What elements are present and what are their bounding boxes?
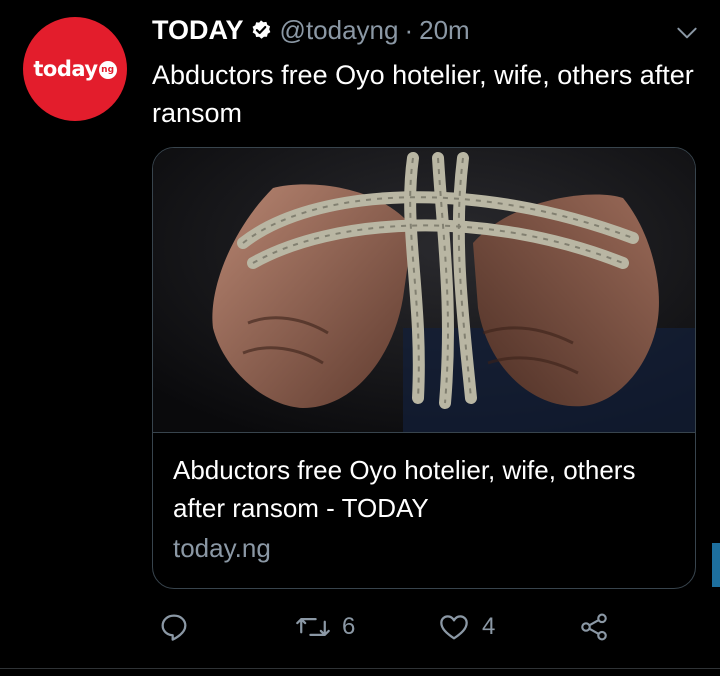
like-count: 4 [482, 613, 496, 640]
avatar[interactable]: today ng [23, 17, 127, 121]
tweet-timestamp[interactable]: 20m [419, 15, 470, 46]
verified-badge-icon [250, 19, 272, 41]
action-bar: 6 4 [0, 611, 720, 651]
retweet-icon [296, 611, 330, 643]
link-card[interactable]: Abductors free Oyo hotelier, wife, other… [152, 147, 696, 589]
retweet-count: 6 [342, 613, 356, 640]
edge-indicator [712, 543, 720, 587]
like-icon [438, 611, 470, 643]
card-title: Abductors free Oyo hotelier, wife, other… [173, 455, 636, 523]
reply-button[interactable] [158, 611, 202, 643]
share-button[interactable] [578, 611, 610, 643]
tweet-header: TODAY @todayng · 20m [152, 10, 470, 50]
logo-text: today [33, 57, 98, 81]
logo-badge: ng [98, 61, 117, 79]
tweet-text: Abductors free Oyo hotelier, wife, other… [152, 60, 694, 128]
share-icon [578, 611, 610, 643]
card-image [153, 148, 695, 433]
avatar-logo: today ng [33, 57, 117, 81]
chevron-down-icon[interactable] [674, 20, 700, 51]
like-button[interactable]: 4 [438, 611, 495, 643]
divider [0, 668, 720, 669]
separator-dot: · [404, 14, 414, 45]
author-name[interactable]: TODAY [152, 15, 244, 46]
reply-icon [158, 611, 190, 643]
retweet-button[interactable]: 6 [296, 611, 355, 643]
card-domain: today.ng [173, 533, 271, 563]
author-handle[interactable]: @todayng [280, 15, 399, 46]
